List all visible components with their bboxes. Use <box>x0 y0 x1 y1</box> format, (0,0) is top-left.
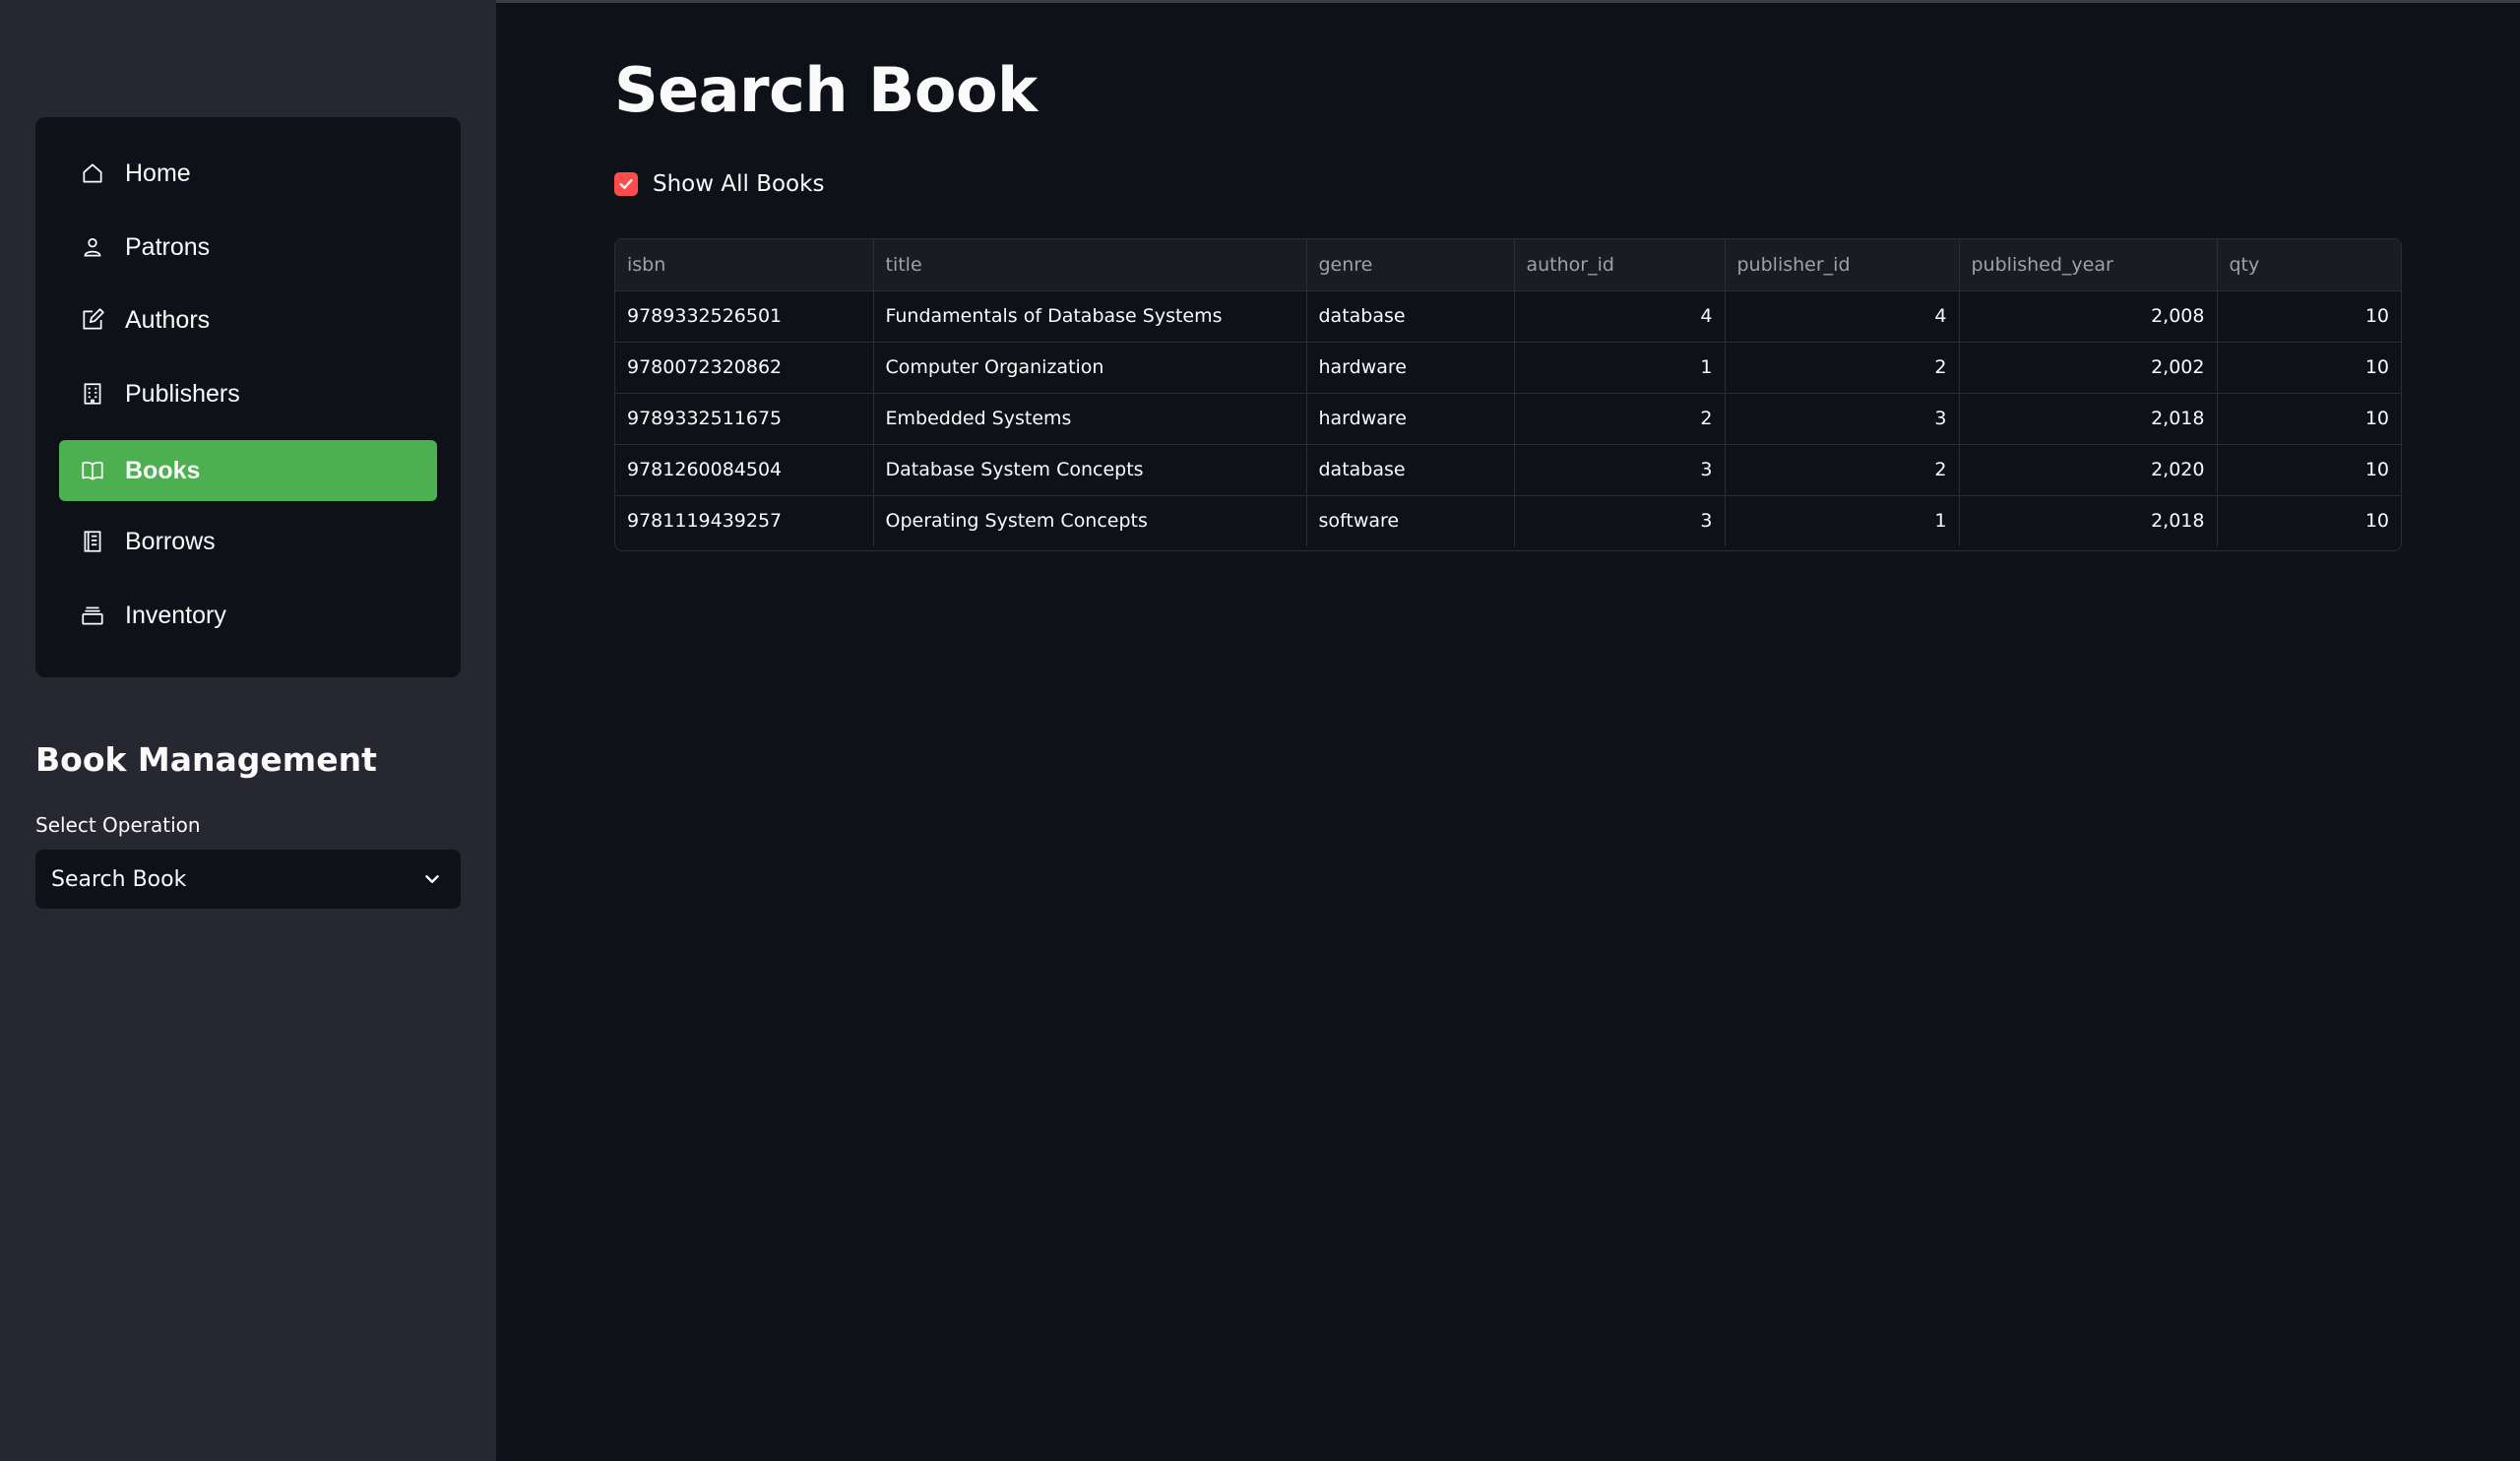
table-cell[interactable]: Database System Concepts <box>873 444 1307 496</box>
table-cell[interactable]: 9781260084504 <box>615 444 874 496</box>
table-row: 9789332526501 Fundamentals of Database S… <box>615 290 2401 343</box>
table-row: 9780072320862 Computer Organization hard… <box>615 342 2401 394</box>
show-all-books-checkbox[interactable]: Show All Books <box>614 171 824 197</box>
table-row: 9789332511675 Embedded Systems hardware … <box>615 393 2401 445</box>
app: Home Patrons Authors Publishers Books Bo… <box>0 0 2520 1461</box>
table-cell[interactable]: 2,002 <box>1959 342 2218 394</box>
column-header-title[interactable]: title <box>873 239 1307 291</box>
nav-item-label: Inventory <box>125 601 226 629</box>
page-title: Search Book <box>614 54 1038 126</box>
table-cell[interactable]: 10 <box>2217 290 2401 343</box>
table-cell[interactable]: Computer Organization <box>873 342 1307 394</box>
nav-item-label: Books <box>125 456 201 484</box>
operation-select[interactable]: Search Book <box>35 850 461 909</box>
table-row: 9781119439257 Operating System Concepts … <box>615 495 2401 546</box>
checkbox-box[interactable] <box>614 172 638 196</box>
nav-item-label: Publishers <box>125 379 240 408</box>
select-value: Search Book <box>51 866 187 892</box>
nav-item-home[interactable]: Home <box>59 143 437 204</box>
nav-item-label: Patrons <box>125 232 211 261</box>
table-cell[interactable]: 9781119439257 <box>615 495 874 546</box>
column-header-publisher-id[interactable]: publisher_id <box>1725 239 1960 291</box>
building-icon <box>79 380 106 408</box>
select-label: Select Operation <box>35 813 201 837</box>
table-cell[interactable]: 2 <box>1514 393 1726 445</box>
table-cell[interactable]: 4 <box>1514 290 1726 343</box>
table-cell[interactable]: Fundamentals of Database Systems <box>873 290 1307 343</box>
nav-item-label: Borrows <box>125 527 216 555</box>
column-header-published-year[interactable]: published_year <box>1959 239 2218 291</box>
table-cell[interactable]: Embedded Systems <box>873 393 1307 445</box>
chevron-down-icon <box>425 875 439 883</box>
nav-item-borrows[interactable]: Borrows <box>59 511 437 572</box>
nav-item-publishers[interactable]: Publishers <box>59 363 437 424</box>
table-cell[interactable]: 2,020 <box>1959 444 2218 496</box>
nav-item-inventory[interactable]: Inventory <box>59 585 437 646</box>
person-icon <box>79 233 106 261</box>
table-cell[interactable]: database <box>1306 290 1515 343</box>
table-cell[interactable]: Operating System Concepts <box>873 495 1307 546</box>
checkmark-icon <box>619 179 633 189</box>
table-cell[interactable]: 2,008 <box>1959 290 2218 343</box>
table-cell[interactable]: database <box>1306 444 1515 496</box>
edit-icon <box>79 306 106 334</box>
table-header-row: isbn title genre author_id publisher_id … <box>615 239 2401 291</box>
table-cell[interactable]: 2 <box>1725 342 1960 394</box>
archive-icon <box>79 602 106 629</box>
table-cell[interactable]: hardware <box>1306 393 1515 445</box>
column-header-author-id[interactable]: author_id <box>1514 239 1726 291</box>
table-cell[interactable]: 3 <box>1725 393 1960 445</box>
table-cell[interactable]: 2 <box>1725 444 1960 496</box>
journal-icon <box>79 528 106 555</box>
table-cell[interactable]: hardware <box>1306 342 1515 394</box>
home-icon <box>79 159 106 187</box>
column-header-isbn[interactable]: isbn <box>615 239 874 291</box>
table-cell[interactable]: 10 <box>2217 444 2401 496</box>
table-cell[interactable]: 10 <box>2217 495 2401 546</box>
nav-item-authors[interactable]: Authors <box>59 289 437 350</box>
table-cell[interactable]: 10 <box>2217 342 2401 394</box>
table-cell[interactable]: 9780072320862 <box>615 342 874 394</box>
books-table[interactable]: isbn title genre author_id publisher_id … <box>614 238 2402 551</box>
book-icon <box>79 457 106 484</box>
column-header-genre[interactable]: genre <box>1306 239 1515 291</box>
nav-item-label: Home <box>125 159 191 187</box>
checkbox-label: Show All Books <box>653 171 825 197</box>
nav-item-patrons[interactable]: Patrons <box>59 217 437 278</box>
column-header-qty[interactable]: qty <box>2217 239 2401 291</box>
table-cell[interactable]: 10 <box>2217 393 2401 445</box>
table-cell[interactable]: 9789332526501 <box>615 290 874 343</box>
nav-menu: Home Patrons Authors Publishers Books Bo… <box>35 117 461 677</box>
table-row: 9781260084504 Database System Concepts d… <box>615 444 2401 496</box>
table-cell[interactable]: 3 <box>1514 495 1726 546</box>
nav-item-label: Authors <box>125 305 211 334</box>
table-cell[interactable]: 2,018 <box>1959 393 2218 445</box>
sidebar-section-title: Book Management <box>35 740 377 779</box>
table-cell[interactable]: 9789332511675 <box>615 393 874 445</box>
nav-item-books[interactable]: Books <box>59 440 437 501</box>
table-cell[interactable]: 1 <box>1514 342 1726 394</box>
table-cell[interactable]: software <box>1306 495 1515 546</box>
sidebar: Home Patrons Authors Publishers Books Bo… <box>0 0 496 1461</box>
table-cell[interactable]: 4 <box>1725 290 1960 343</box>
table-cell[interactable]: 2,018 <box>1959 495 2218 546</box>
table-cell[interactable]: 1 <box>1725 495 1960 546</box>
table-cell[interactable]: 3 <box>1514 444 1726 496</box>
